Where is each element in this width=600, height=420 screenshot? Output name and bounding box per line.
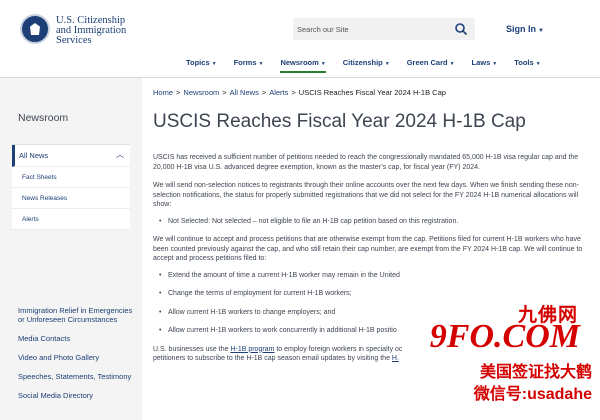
breadcrumb-current: USCIS Reaches Fiscal Year 2024 H-1B Cap — [298, 88, 446, 97]
sidebar-link-social-media[interactable]: Social Media Directory — [18, 391, 136, 400]
paragraph-4-text: U.S. businesses use the — [153, 345, 231, 353]
sign-in-button[interactable]: Sign In ▼ — [506, 24, 544, 34]
watermark-logo: 9FO.COM — [429, 318, 580, 355]
site-header: U.S. Citizenship and Immigration Service… — [0, 0, 600, 78]
chevron-down-icon: ▼ — [535, 61, 541, 67]
sidebar: Newsroom All News ︿ Fact Sheets News Rel… — [0, 78, 142, 420]
paragraph-3: We will continue to accept and process p… — [153, 236, 583, 262]
sidebar-item-alerts[interactable]: Alerts — [12, 209, 130, 230]
search-input[interactable] — [297, 21, 447, 37]
breadcrumb-all-news[interactable]: All News — [230, 88, 259, 97]
paragraph-1: USCIS has received a sufficient number o… — [153, 154, 579, 171]
chevron-down-icon: ▼ — [211, 61, 217, 67]
sidebar-link-media-contacts[interactable]: Media Contacts — [18, 334, 136, 343]
nav-laws[interactable]: Laws ▼ — [472, 58, 498, 73]
breadcrumb-alerts[interactable]: Alerts — [269, 88, 288, 97]
breadcrumb-separator: > — [176, 88, 181, 97]
breadcrumb-newsroom[interactable]: Newsroom — [183, 88, 219, 97]
sidebar-title: Newsroom — [18, 112, 69, 124]
sidebar-link-video-photo[interactable]: Video and Photo Gallery — [18, 353, 136, 362]
sidebar-link-immigration-relief[interactable]: Immigration Relief in Emergencies or Unf… — [18, 306, 136, 324]
chevron-up-icon[interactable]: ︿ — [116, 149, 124, 160]
breadcrumb: Home > Newsroom > All News > Alerts > USCIS Reac… — [153, 88, 446, 97]
breadcrumb-separator: > — [291, 88, 296, 97]
chevron-down-icon: ▼ — [384, 61, 390, 67]
nav-label: Laws — [471, 58, 491, 67]
list-item: Not Selected: Not selected – not eligibl… — [159, 217, 593, 227]
sidebar-menu: All News ︿ Fact Sheets News Releases Ale… — [12, 144, 130, 230]
nav-label: Topics — [186, 58, 210, 67]
nav-citizenship[interactable]: Citizenship ▼ — [343, 58, 390, 73]
chevron-down-icon: ▼ — [258, 61, 264, 67]
paragraph-4-text: to employ foreign workers in specialty o… — [274, 345, 403, 353]
nav-label: Forms — [233, 58, 257, 67]
nav-newsroom[interactable]: Newsroom ▼ — [280, 58, 326, 73]
sidebar-item-news-releases[interactable]: News Releases — [12, 188, 130, 209]
paragraph-4-text: petitioners to subscribe to the H-1B cap… — [153, 355, 392, 362]
sidebar-links: Immigration Relief in Emergencies or Unf… — [18, 306, 136, 410]
chevron-down-icon: ▼ — [538, 28, 544, 34]
search-box — [293, 18, 475, 40]
nav-tools[interactable]: Tools ▼ — [514, 58, 540, 73]
nav-label: Citizenship — [342, 58, 383, 67]
chevron-down-icon: ▼ — [320, 61, 326, 67]
h1b-cap-season-link[interactable]: H. — [392, 355, 399, 362]
watermark-line-2: 微信号:usadahe — [473, 380, 592, 404]
sidebar-item-label: All News — [19, 151, 49, 160]
sidebar-item-all-news[interactable]: All News ︿ — [12, 145, 130, 167]
sign-in-label: Sign In — [506, 24, 536, 34]
agency-line-3: Services — [56, 35, 92, 46]
chevron-down-icon: ▼ — [492, 61, 498, 67]
breadcrumb-separator: > — [222, 88, 227, 97]
nav-green-card[interactable]: Green Card ▼ — [407, 58, 455, 73]
page-title: USCIS Reaches Fiscal Year 2024 H-1B Cap — [153, 111, 526, 132]
sidebar-item-fact-sheets[interactable]: Fact Sheets — [12, 167, 130, 188]
search-icon[interactable] — [454, 22, 468, 36]
list-item: Extend the amount of time a current H-1B… — [159, 271, 593, 281]
main-nav: Topics ▼ Forms ▼ Newsroom ▼ Citizenship ▼ Gr… — [186, 58, 558, 73]
watermark-line-1: 美国签证找大鹤 — [479, 358, 592, 382]
h1b-program-link[interactable]: H-1B program — [230, 346, 274, 353]
agency-name[interactable]: U.S. Citizenship and Immigration Service… — [56, 15, 126, 46]
breadcrumb-separator: > — [261, 88, 267, 97]
status-list: Not Selected: Not selected – not eligibl… — [159, 217, 593, 227]
nav-label: Green Card — [406, 58, 448, 67]
nav-forms[interactable]: Forms ▼ — [234, 58, 264, 73]
breadcrumb-home[interactable]: Home — [153, 88, 173, 97]
nav-topics[interactable]: Topics ▼ — [186, 58, 217, 73]
paragraph-2: We will send non-selection notices to re… — [153, 182, 579, 208]
chevron-down-icon: ▼ — [449, 61, 455, 67]
dhs-seal-logo[interactable] — [20, 14, 50, 44]
sidebar-link-speeches[interactable]: Speeches, Statements, Testimony — [18, 372, 136, 381]
watermark-overlay: 九佛网 9FO.COM 美国签证找大鹤 微信号:usadahe — [404, 296, 600, 420]
nav-label: Tools — [514, 58, 534, 67]
nav-label: Newsroom — [280, 58, 319, 67]
